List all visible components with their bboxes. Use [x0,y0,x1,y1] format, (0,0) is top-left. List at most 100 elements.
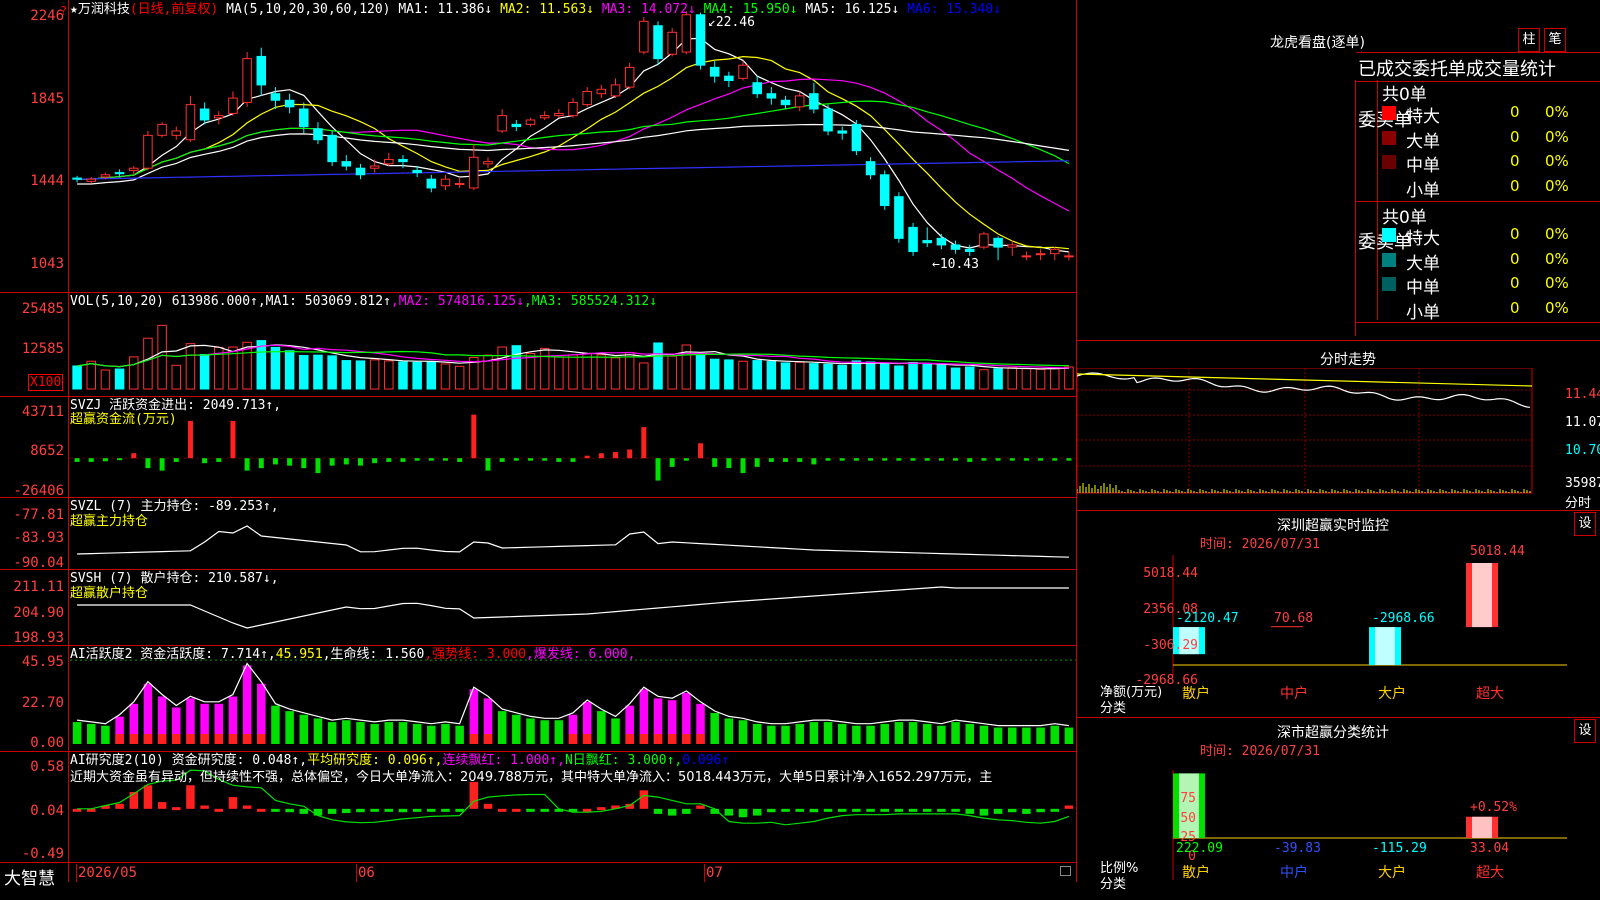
ai-bar [384,722,394,744]
volume-bar [157,324,167,390]
vol-axis-1: 12585 [21,341,64,357]
ai-bar [412,723,422,744]
candle-body [228,97,238,114]
ai-bar-base [157,734,167,744]
research-bar [908,808,918,812]
monitor-settings-button[interactable]: 设 [1574,512,1596,536]
candle-body [667,31,677,55]
research-bar [696,805,705,809]
ma2-line [77,55,1069,250]
svzj-bar [967,458,973,462]
candle-body [426,178,437,189]
research-bar [427,808,436,812]
class-value-label: 222.09 [1176,841,1223,856]
candle-body [809,93,819,110]
tab-orders[interactable]: 委托单 [1412,55,1466,81]
candle-body [851,123,862,152]
candle-body [511,123,522,128]
pen-mode-button[interactable]: 笔 [1544,28,1566,52]
candle-body [894,196,904,239]
candle-body [129,167,139,171]
tab-traded[interactable]: 已成交 [1358,55,1412,81]
buy-row-count: 0 [1510,127,1520,146]
candle-body [199,108,210,121]
monitor-bar [1271,626,1303,628]
ai-bar-base [172,734,181,744]
ai-bar-base [582,734,592,744]
svzj-bar [768,458,774,462]
research-bar [299,808,309,814]
volume-bar [823,363,833,390]
research-bar [285,808,294,813]
svzj-bar [499,458,505,462]
monitor-value-label: -2120.47 [1176,611,1239,626]
candle-body [695,14,706,66]
volume-bar [1035,368,1046,390]
svzj-bar [272,458,278,465]
ai-bar [526,718,535,744]
volume-bar [624,351,635,390]
research-bar [682,808,691,814]
candle-body [554,112,564,117]
svzj-bar [173,458,179,462]
tab-stats[interactable]: 统计 [1520,55,1556,81]
svzj-bar [613,451,619,459]
sell-row-percent: 0% [1545,274,1569,292]
candle-body [738,64,748,79]
ai-bar [72,722,82,744]
volume-bar [341,360,352,390]
svzj-bar [117,458,123,461]
sell-swatch [1382,277,1396,291]
volume-bar [525,352,536,390]
candle-body [483,161,493,165]
candle-body [256,55,267,86]
candle-body [327,134,337,163]
candle-body [780,99,791,106]
ai-header: AI活跃度2 资金活跃度: 7.714↑,45.951,生命线: 1.560,强… [70,647,636,662]
ai-bar [1007,727,1017,744]
ai-bar-base [257,734,266,744]
research-bar [880,808,889,812]
svzj-bar [783,458,789,462]
monitor-bar-highlight [1375,627,1395,665]
svzj-header: SVZJ 活跃资金进出: 2049.713↑, [70,398,282,413]
volume-bar [86,360,97,390]
volume-bar [270,346,281,390]
corner-question-icon[interactable]: ? [60,4,68,18]
candle-body [384,158,394,165]
svzj-bar [527,458,533,461]
volume-bar [950,367,961,390]
class-settings-button[interactable]: 设 [1574,719,1596,743]
research-bar [937,808,946,812]
volume-bar [879,363,890,390]
volume-bar [837,364,847,390]
buy-row-percent: 0% [1545,176,1569,195]
ai-bar [327,722,337,744]
research-bar [512,808,521,812]
svzj-bar [924,458,930,461]
sell-row-count: 0 [1510,249,1520,268]
bar-mode-button[interactable]: 柱 [1518,28,1540,52]
buy-row-count: 0 [1510,152,1520,170]
svzj-bar [655,458,661,481]
ai-bar [965,723,974,744]
fenshi-unit: 分时 [1565,496,1592,511]
date-label-1: 06 [358,865,375,881]
tab-volume[interactable]: 成交量 [1466,55,1520,81]
svzj-bar [953,458,959,461]
svsh-header: SVSH (7) 散户持仓: 210.587↓, [70,571,279,586]
buy-row-percent: 0% [1545,152,1569,170]
ai-bar [597,711,606,744]
lock-icon[interactable] [1060,866,1071,876]
ai-bar [285,711,294,744]
svzj-bar [202,458,208,464]
volume-bar [554,356,564,390]
research-bars [72,769,1074,826]
ai-bar [370,723,379,744]
price-axis-2: 1444 [30,173,64,189]
sell-row-percent: 0% [1545,249,1569,268]
candle-body [143,134,153,169]
volume-bar [667,355,677,390]
volume-bar [313,354,323,390]
candle-body [681,14,692,53]
